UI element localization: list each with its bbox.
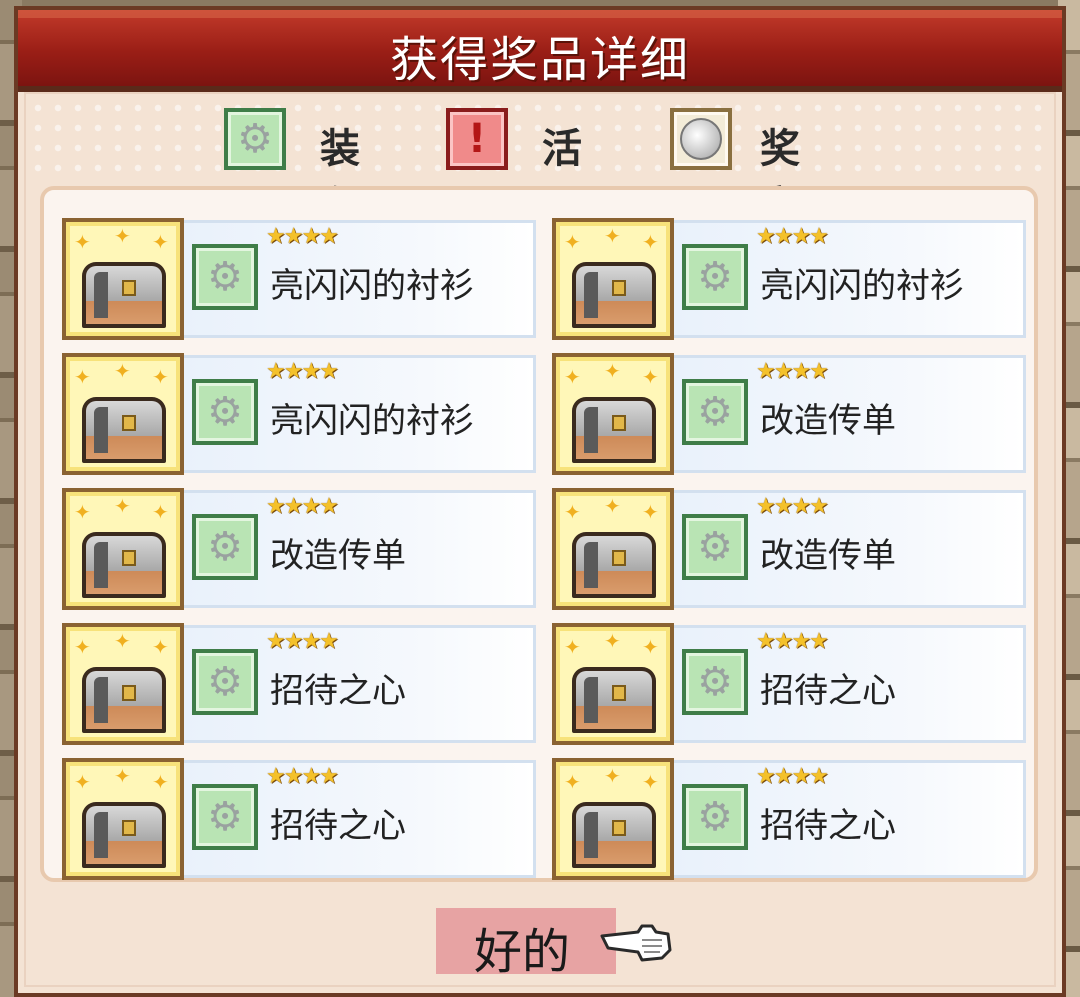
dialog-title: 获得奖品详细: [389, 32, 690, 88]
reward-name: 改造传单: [760, 401, 896, 441]
treasure-chest-icon: ✦ ✦ ✦: [62, 353, 184, 475]
reward-name: 亮闪闪的衬衫: [270, 266, 474, 306]
rarity-stars: ★★★★: [756, 764, 829, 789]
rarity-stars: ★★★★: [266, 629, 339, 654]
reward-name: 招待之心: [270, 671, 406, 711]
reward-card[interactable]: ✦ ✦ ✦ ⚙ ★★★★ 招待之心: [62, 758, 538, 880]
rarity-stars: ★★★★: [756, 224, 829, 249]
reward-list-panel: ✦✦✦ ⚙ ★★★★ 亮闪闪的衬衫 ✦✦✦ ⚙ ★★★★ 亮闪闪的衬衫: [40, 186, 1038, 882]
gear-icon: ⚙: [682, 514, 748, 580]
reward-name: 改造传单: [270, 536, 406, 576]
reward-name: 招待之心: [270, 806, 406, 846]
exclamation-icon: !: [446, 108, 508, 170]
gear-icon: ⚙: [192, 649, 258, 715]
reward-card[interactable]: ✦ ✦ ✦ ⚙ ★★★★ 改造传单: [62, 488, 538, 610]
rarity-stars: ★★★★: [266, 764, 339, 789]
treasure-chest-icon: ✦ ✦ ✦: [552, 758, 674, 880]
treasure-chest-icon: ✦ ✦ ✦: [62, 758, 184, 880]
reward-name: 招待之心: [760, 671, 896, 711]
treasure-chest-icon: ✦ ✦ ✦: [552, 353, 674, 475]
gear-icon: ⚙: [682, 784, 748, 850]
ok-button-label: 好的: [474, 924, 571, 980]
rarity-stars: ★★★★: [756, 629, 829, 654]
treasure-chest-icon: ✦ ✦ ✦: [552, 623, 674, 745]
rarity-stars: ★★★★: [266, 359, 339, 384]
title-bar: 获得奖品详细: [18, 10, 1062, 92]
treasure-chest-icon: ✦ ✦ ✦: [552, 218, 674, 340]
gear-icon: ⚙: [192, 514, 258, 580]
rarity-stars: ★★★★: [266, 224, 339, 249]
reward-card[interactable]: ✦ ✦ ✦ ⚙ ★★★★ 招待之心: [552, 758, 1028, 880]
reward-card[interactable]: ✦ ✦ ✦ ⚙ ★★★★ 招待之心: [62, 623, 538, 745]
gear-icon: ⚙: [192, 379, 258, 445]
dot-pattern: [28, 98, 1052, 178]
treasure-chest-icon: ✦ ✦ ✦: [62, 218, 184, 340]
reward-card[interactable]: ✦ ✦ ✦ ⚙ ★★★★ 改造传单: [552, 488, 1028, 610]
reward-card[interactable]: ✦ ✦ ✦ ⚙ ★★★★ 改造传单: [552, 353, 1028, 475]
gear-icon: ⚙: [682, 244, 748, 310]
reward-name: 改造传单: [760, 536, 896, 576]
reward-name: 招待之心: [760, 806, 896, 846]
treasure-chest-icon: ✦ ✦ ✦: [62, 488, 184, 610]
pointing-hand-icon[interactable]: [598, 918, 674, 968]
reward-details-dialog: 获得奖品详细 ⚙ 装备 ! 活动 奖章 ✦✦✦: [14, 6, 1066, 997]
reward-card[interactable]: ✦ ✦ ✦ ⚙ ★★★★ 亮闪闪的衬衫: [62, 218, 538, 340]
gear-icon: ⚙: [192, 784, 258, 850]
reward-name: 亮闪闪的衬衫: [760, 266, 964, 306]
reward-name: 亮闪闪的衬衫: [270, 401, 474, 441]
rarity-stars: ★★★★: [756, 494, 829, 519]
treasure-chest-icon: ✦ ✦ ✦: [62, 623, 184, 745]
reward-card[interactable]: ✦ ✦ ✦ ⚙ ★★★★ 亮闪闪的衬衫: [62, 353, 538, 475]
gear-icon: ⚙: [682, 649, 748, 715]
rarity-stars: ★★★★: [756, 359, 829, 384]
rarity-stars: ★★★★: [266, 494, 339, 519]
gear-icon: ⚙: [224, 108, 286, 170]
gear-icon: ⚙: [682, 379, 748, 445]
treasure-chest-icon: ✦ ✦ ✦: [552, 488, 674, 610]
ok-button[interactable]: 好的: [436, 908, 616, 980]
gear-icon: ⚙: [192, 244, 258, 310]
reward-card[interactable]: ✦ ✦ ✦ ⚙ ★★★★ 亮闪闪的衬衫: [552, 218, 1028, 340]
medal-icon: [670, 108, 732, 170]
reward-card[interactable]: ✦ ✦ ✦ ⚙ ★★★★ 招待之心: [552, 623, 1028, 745]
